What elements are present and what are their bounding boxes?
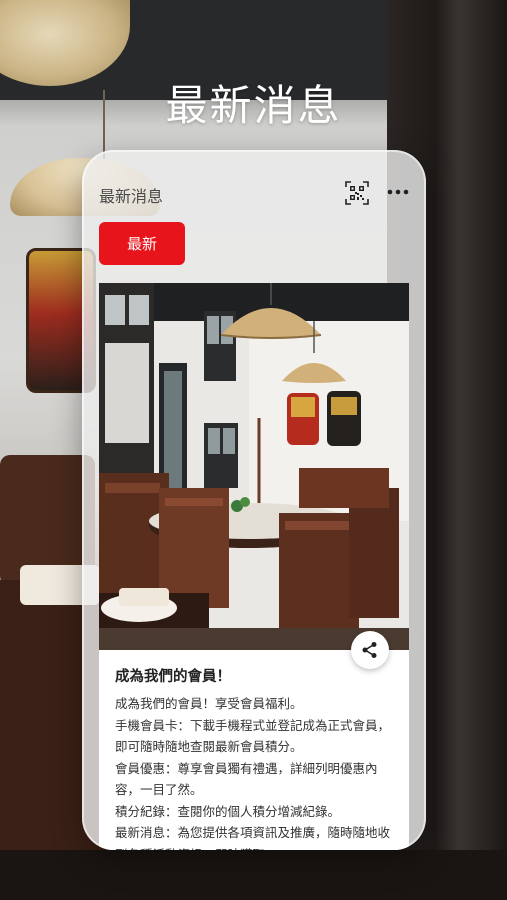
news-image [99,283,409,650]
news-body: 成為我們的會員！享受會員福利。 手機會員卡：下載手機程式並登記成為正式會員，即可… [115,693,401,850]
news-paragraph: 積分紀錄：查閱你的個人積分增減紀錄。 [115,803,341,819]
news-paragraph: 會員優惠：尊享會員獨有禮遇，詳細列明優惠內容，一目了然。 [115,760,378,798]
news-title: 成為我們的會員！ [115,669,231,685]
news-paragraph: 手機會員卡：下載手機程式並登記成為正式會員，即可隨時隨地查閱最新會員積分。 [115,717,391,755]
tab-latest[interactable]: 最新 [99,222,185,265]
news-paragraph: 成為我們的會員！享受會員福利。 [115,696,303,711]
qr-code-icon[interactable] [345,181,369,205]
more-horizontal-icon[interactable] [386,182,410,202]
phone-screen: 最新消息 最新 成為我們的會員！ 成為我們的會員！享受會員福利。 手機會員卡：下… [82,150,426,850]
share-button[interactable] [351,631,389,669]
news-paragraph: 最新消息：為您提供各項資訊及推廣，隨時隨地收到各種活動資訊，即時獲取。 [115,825,391,850]
app-bar: 最新消息 [82,150,426,220]
app-bar-title: 最新消息 [99,187,164,206]
page-title: 最新消息 [165,81,342,130]
news-card[interactable]: 成為我們的會員！ 成為我們的會員！享受會員福利。 手機會員卡：下載手機程式並登記… [99,283,409,850]
share-icon [362,642,377,658]
background-floor [0,850,507,900]
